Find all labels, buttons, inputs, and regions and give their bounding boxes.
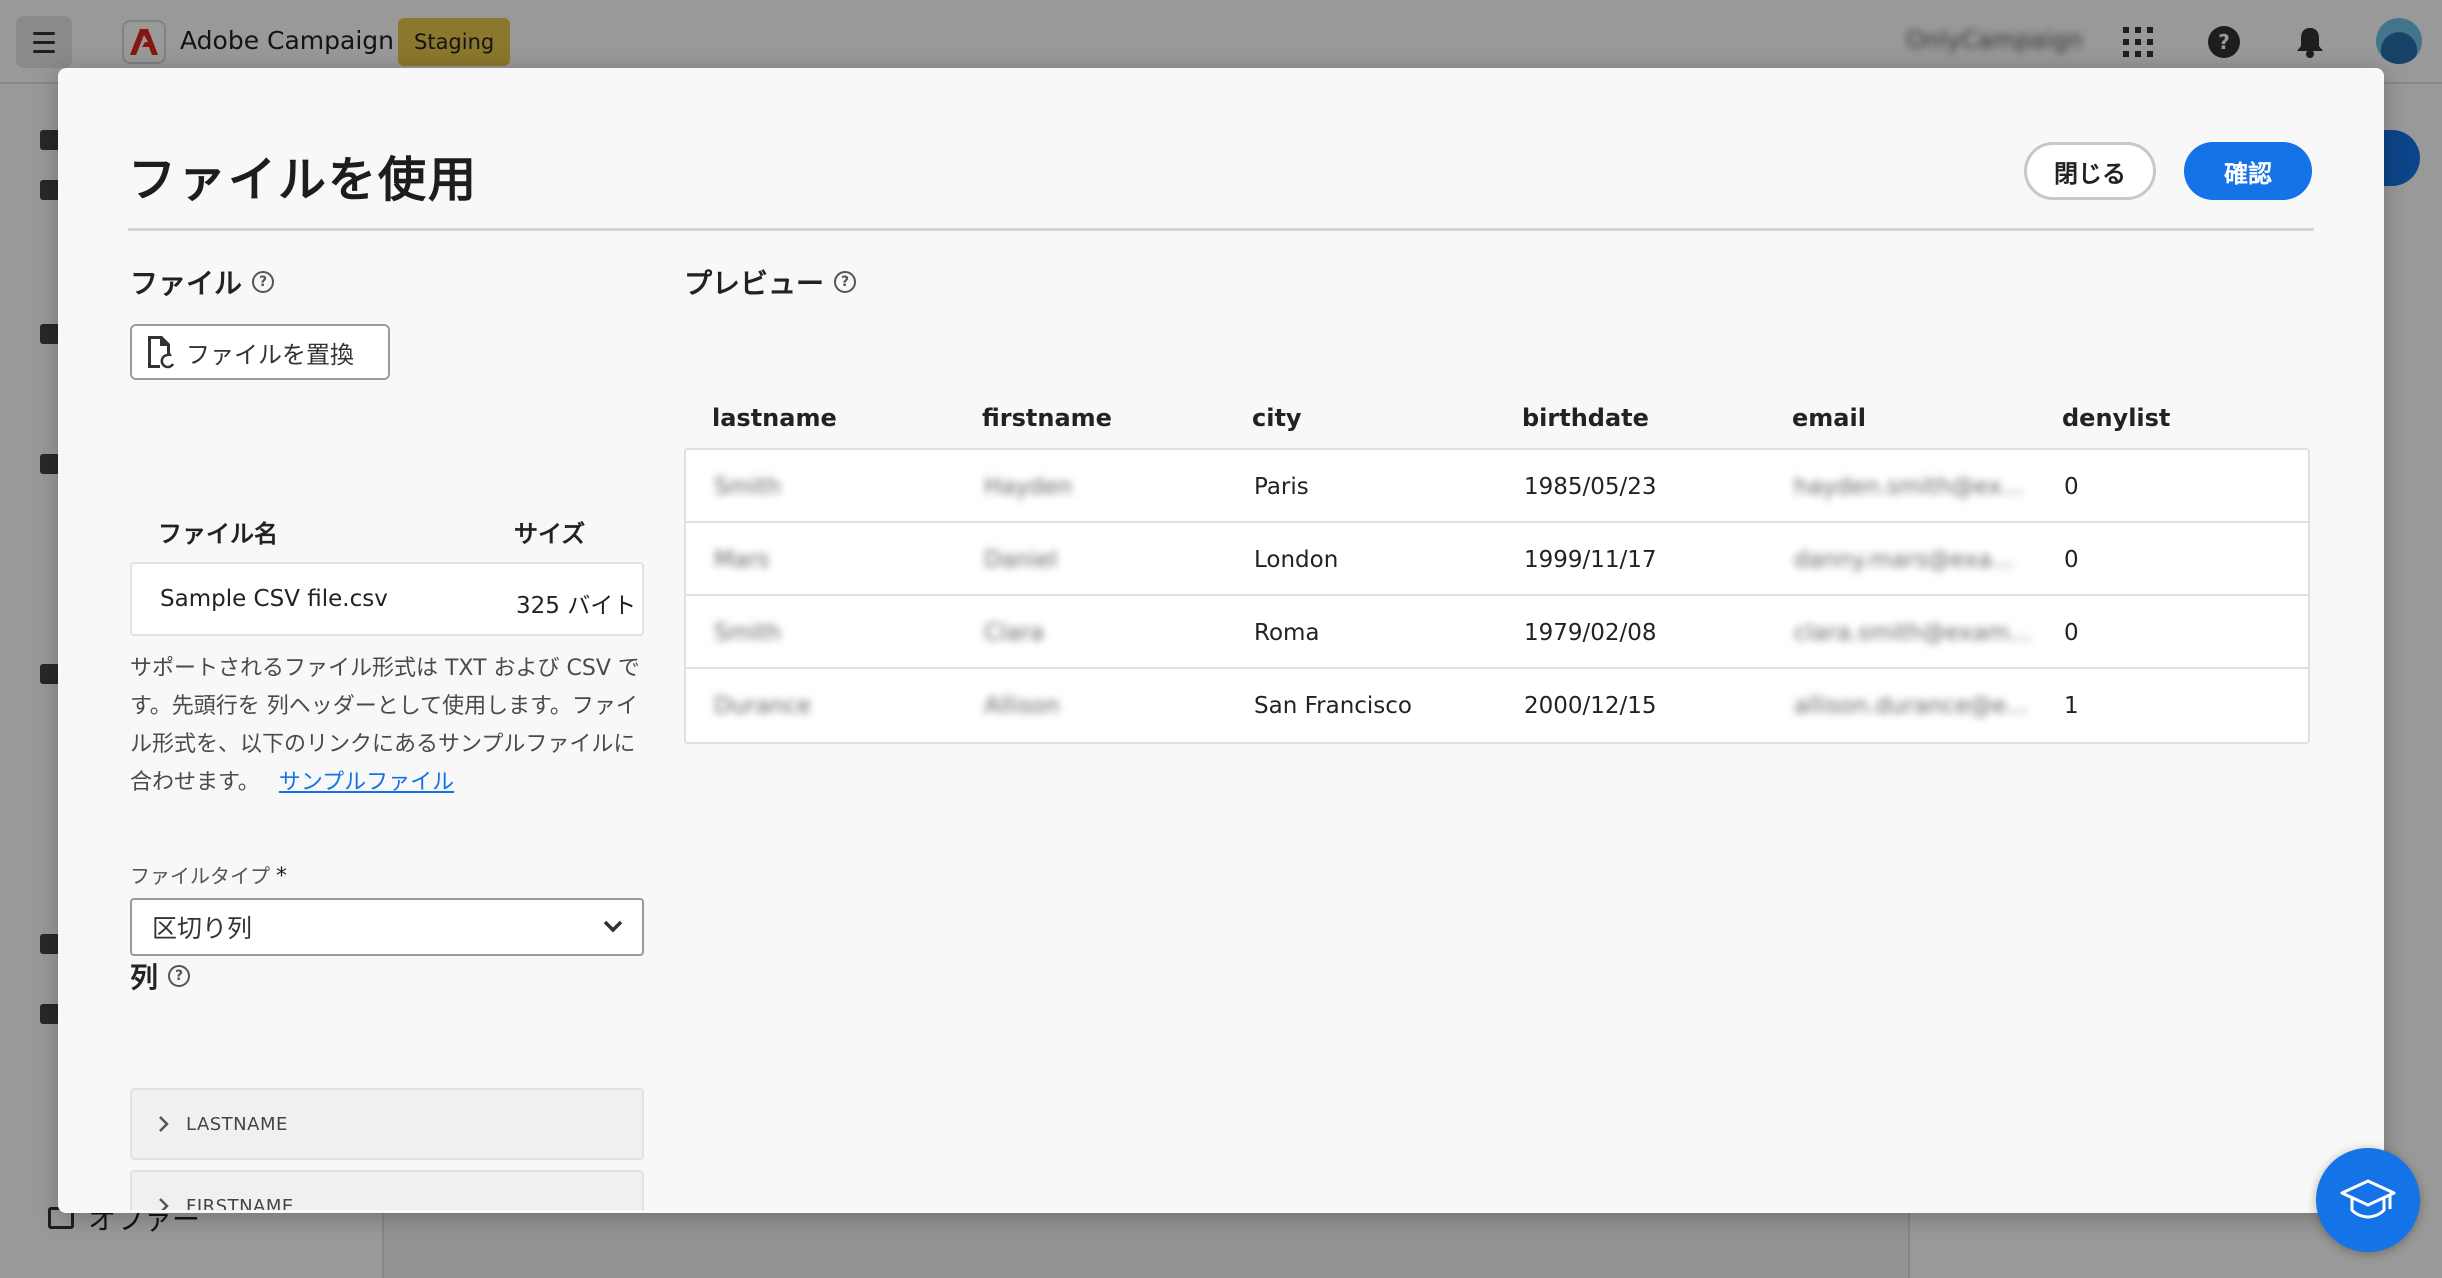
table-row: Smith Clara Roma 1979/02/08 clara.smith@…	[686, 596, 2308, 669]
file-name-header: ファイル名	[158, 520, 278, 548]
file-type-select[interactable]: 区切り列	[130, 898, 644, 956]
chevron-right-icon	[159, 1198, 169, 1210]
column-header[interactable]: city	[1252, 404, 1302, 432]
cell-denylist: 0	[2064, 620, 2079, 646]
preview-heading-label: プレビュー	[684, 267, 825, 300]
cell-email: allison.durance@e...	[1794, 693, 2029, 719]
info-icon[interactable]: ?	[168, 965, 191, 987]
column-name: FIRSTNAME	[186, 1195, 294, 1211]
preview-section-heading: プレビュー ?	[684, 262, 857, 302]
cell-lastname: Durance	[714, 693, 812, 719]
table-row: Durance Allison San Francisco 2000/12/15…	[686, 669, 2308, 742]
column-name: LASTNAME	[186, 1113, 288, 1135]
cell-birthdate: 1979/02/08	[1524, 620, 1657, 646]
columns-section-heading: 列 ?	[130, 956, 191, 996]
file-section-heading: ファイル ?	[130, 262, 275, 302]
file-table-row: Sample CSV file.csv 325 バイト	[130, 562, 644, 636]
cell-firstname: Hayden	[984, 474, 1073, 500]
column-header[interactable]: denylist	[2062, 404, 2170, 432]
chevron-down-icon	[603, 920, 623, 933]
replace-file-label: ファイルを置換	[186, 340, 354, 369]
graduation-cap-icon	[2340, 1179, 2396, 1219]
columns-heading-label: 列	[130, 961, 159, 994]
cell-birthdate: 1999/11/17	[1524, 547, 1657, 573]
cell-city: San Francisco	[1254, 693, 1413, 719]
cell-birthdate: 2000/12/15	[1524, 693, 1657, 719]
file-size-header: サイズ	[514, 520, 586, 548]
cell-lastname: Smith	[714, 474, 781, 500]
column-header[interactable]: lastname	[712, 404, 837, 432]
chevron-right-icon	[159, 1116, 169, 1132]
divider	[128, 228, 2314, 231]
dialog-title: ファイルを使用	[128, 152, 479, 208]
confirm-button[interactable]: 確認	[2184, 142, 2312, 200]
cell-birthdate: 1985/05/23	[1524, 474, 1657, 500]
replace-file-button[interactable]: ファイルを置換	[130, 324, 390, 380]
cell-firstname: Allison	[984, 693, 1060, 719]
file-table-header: ファイル名 サイズ	[130, 508, 644, 556]
cell-city: London	[1254, 547, 1339, 573]
cell-lastname: Mars	[714, 547, 770, 573]
sample-file-link[interactable]: サンプルファイル	[279, 770, 454, 795]
file-size-cell: 325 バイト	[516, 593, 637, 619]
cell-city: Paris	[1254, 474, 1309, 500]
file-heading-label: ファイル	[130, 267, 243, 300]
file-type-label: ファイルタイプ *	[130, 860, 287, 889]
preview-table: lastname firstname city birthdate email …	[684, 388, 2310, 744]
column-accordion-item[interactable]: LASTNAME	[130, 1088, 644, 1160]
file-type-label-text: ファイルタイプ	[130, 864, 270, 888]
preview-table-body: Smith Hayden Paris 1985/05/23 hayden.smi…	[684, 448, 2310, 744]
close-button[interactable]: 閉じる	[2024, 142, 2156, 200]
cell-firstname: Clara	[984, 620, 1045, 646]
columns-list: LASTNAME FIRSTNAME	[130, 1088, 644, 1210]
cell-email: hayden.smith@ex...	[1794, 474, 2024, 500]
cell-lastname: Smith	[714, 620, 781, 646]
table-row: Smith Hayden Paris 1985/05/23 hayden.smi…	[686, 450, 2308, 523]
table-row: Mars Daniel London 1999/11/17 danny.mars…	[686, 523, 2308, 596]
required-marker: *	[276, 864, 287, 889]
column-header[interactable]: email	[1792, 404, 1866, 432]
learn-button[interactable]	[2316, 1148, 2420, 1252]
cell-denylist: 1	[2064, 693, 2079, 719]
cell-denylist: 0	[2064, 547, 2079, 573]
column-accordion-item[interactable]: FIRSTNAME	[130, 1170, 644, 1210]
use-file-dialog: ファイルを使用 閉じる 確認 ファイル ? ファイルを置換 ファイル名 サイズ …	[58, 68, 2384, 1213]
cell-email: danny.mars@exa...	[1794, 547, 2014, 573]
cell-city: Roma	[1254, 620, 1320, 646]
cell-denylist: 0	[2064, 474, 2079, 500]
info-icon[interactable]: ?	[252, 271, 275, 293]
column-header[interactable]: firstname	[982, 404, 1112, 432]
column-header[interactable]: birthdate	[1522, 404, 1649, 432]
cell-firstname: Daniel	[984, 547, 1058, 573]
info-icon[interactable]: ?	[834, 271, 857, 293]
file-name-cell: Sample CSV file.csv	[160, 586, 388, 612]
preview-table-header: lastname firstname city birthdate email …	[684, 388, 2310, 448]
cell-email: clara.smith@exam...	[1794, 620, 2032, 646]
file-format-help: サポートされるファイル形式は TXT および CSV です。先頭行を 列ヘッダー…	[130, 650, 650, 802]
file-replace-icon	[148, 336, 175, 369]
file-type-value: 区切り列	[152, 914, 253, 943]
